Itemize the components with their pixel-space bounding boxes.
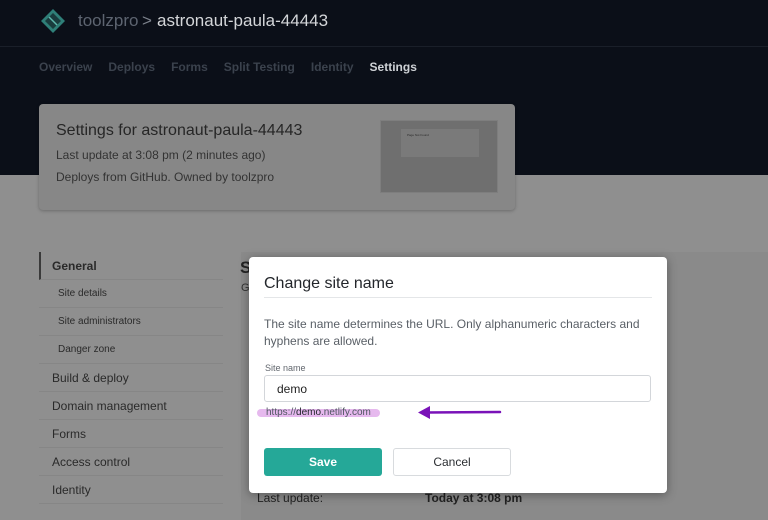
dialog-title: Change site name — [264, 275, 394, 292]
annotation-arrow-icon — [418, 406, 502, 419]
tab-deploys[interactable]: Deploys — [108, 60, 155, 74]
breadcrumb-separator: > — [142, 11, 152, 30]
dialog-description: The site name determines the URL. Only a… — [264, 317, 640, 348]
sidebar-item-general[interactable]: General — [39, 252, 223, 280]
breadcrumb-team[interactable]: toolzpro — [78, 11, 138, 31]
nav-divider — [0, 46, 768, 47]
settings-sidebar: General Site details Site administrators… — [39, 252, 223, 504]
sidebar-item-access-control[interactable]: Access control — [39, 448, 223, 476]
last-update-value: Today at 3:08 pm — [425, 491, 523, 505]
site-url-preview: https://demo.netlify.com — [257, 407, 380, 418]
card-title: Settings for astronaut-paula-44443 — [56, 122, 303, 139]
sidebar-item-site-details[interactable]: Site details — [39, 280, 223, 308]
site-name-input[interactable] — [264, 375, 651, 402]
tab-settings[interactable]: Settings — [370, 60, 417, 74]
tab-identity[interactable]: Identity — [311, 60, 354, 74]
last-update-text: Last update at 3:08 pm (2 minutes ago) — [56, 148, 266, 162]
sidebar-item-forms[interactable]: Forms — [39, 420, 223, 448]
site-nav: Overview Deploys Forms Split Testing Ide… — [39, 60, 433, 74]
breadcrumb-site[interactable]: astronaut-paula-44443 — [157, 11, 328, 31]
sidebar-item-identity[interactable]: Identity — [39, 476, 223, 504]
tab-overview[interactable]: Overview — [39, 60, 92, 74]
tab-forms[interactable]: Forms — [171, 60, 208, 74]
change-site-name-dialog: Change site name The site name determine… — [249, 257, 667, 493]
cancel-button[interactable]: Cancel — [393, 448, 511, 476]
url-domain: demo — [296, 407, 322, 418]
netlify-logo-icon[interactable] — [40, 8, 66, 34]
sidebar-item-danger-zone[interactable]: Danger zone — [39, 336, 223, 364]
tab-split-testing[interactable]: Split Testing — [224, 60, 295, 74]
last-update-label: Last update: — [257, 491, 324, 505]
sidebar-item-build-deploy[interactable]: Build & deploy — [39, 364, 223, 392]
sidebar-item-site-administrators[interactable]: Site administrators — [39, 308, 223, 336]
url-prefix: https:// — [266, 407, 297, 418]
deploys-from-text: Deploys from GitHub. Owned by toolzpro — [56, 170, 275, 184]
site-summary-card: Settings for astronaut-paula-44443 Last … — [39, 104, 515, 210]
site-preview-thumbnail[interactable]: Page Not Found — [380, 120, 498, 193]
url-suffix: .netlify.com — [321, 407, 371, 418]
sidebar-item-domain-management[interactable]: Domain management — [39, 392, 223, 420]
site-name-label: Site name — [265, 363, 306, 373]
dialog-divider — [264, 297, 652, 298]
thumbnail-content: Page Not Found — [401, 129, 479, 157]
thumbnail-text: Page Not Found — [407, 133, 429, 137]
save-button[interactable]: Save — [264, 448, 382, 476]
